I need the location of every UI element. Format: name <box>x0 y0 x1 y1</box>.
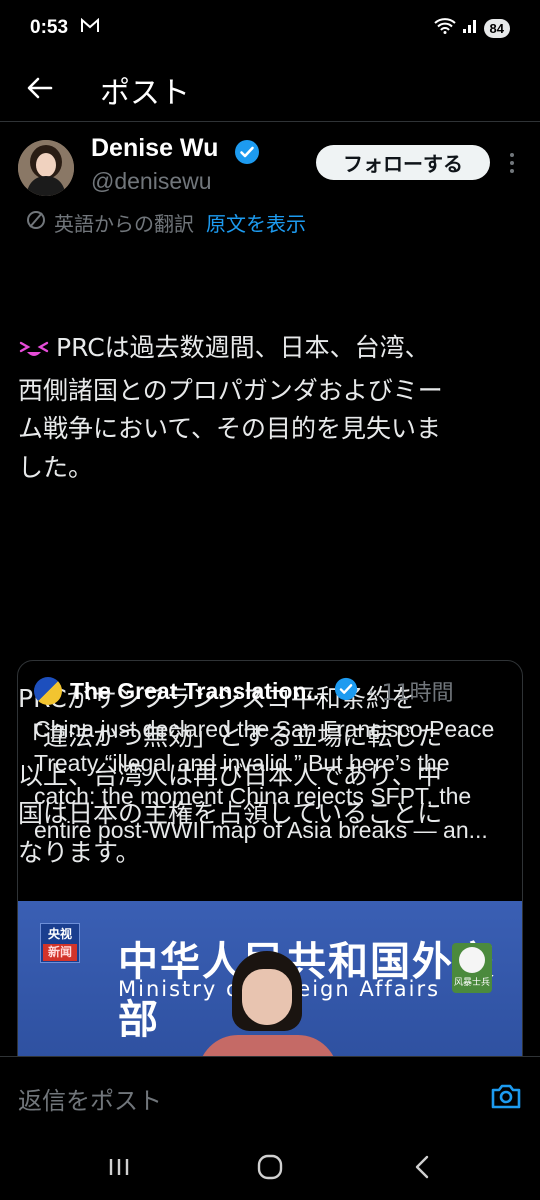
follow-button[interactable]: フォローする <box>316 145 490 180</box>
camera-icon[interactable] <box>490 1081 522 1111</box>
tweet-spacer <box>18 564 523 603</box>
watermark-stamp: 风暴士兵 <box>452 943 492 993</box>
header-divider <box>0 121 540 122</box>
translate-icon <box>24 208 48 237</box>
system-nav-bar <box>0 1134 540 1200</box>
quoted-post-card[interactable]: The Great Translation... · 11時間 China ju… <box>17 660 523 1080</box>
status-indicators: 84 <box>433 18 510 38</box>
show-original-link[interactable]: 原文を表示 <box>206 208 306 237</box>
page-title: ポスト <box>100 76 190 111</box>
home-icon[interactable] <box>250 1152 290 1182</box>
wifi-icon <box>433 18 456 38</box>
quoted-post-header: The Great Translation... · 11時間 <box>34 675 514 707</box>
quoted-post-text: China just declared the San Francisco Pe… <box>34 716 495 843</box>
back-icon[interactable] <box>402 1152 442 1182</box>
author-name[interactable]: Denise Wu <box>91 134 218 163</box>
recent-apps-icon[interactable] <box>99 1152 139 1182</box>
translation-notice: 英語からの翻訳 原文を表示 <box>24 208 306 237</box>
author-handle[interactable]: @denisewu <box>91 168 212 195</box>
tweet-paragraph-1: PRCは過去数週間、日本、台湾、 西側諸国とのプロパガンダおよびミー ム戦争にお… <box>18 329 523 487</box>
signal-icon <box>462 18 478 38</box>
cctv-news-logo: 央视 新闻 <box>40 923 80 963</box>
back-arrow-icon[interactable] <box>22 70 58 106</box>
logo-line-1: 央视 <box>47 927 72 941</box>
header: ポスト <box>0 60 540 116</box>
translation-label: 英語からの翻訳 <box>54 212 194 236</box>
mail-icon <box>80 17 100 38</box>
reply-bar: 返信をポスト <box>0 1056 540 1126</box>
verified-badge-icon <box>334 677 358 705</box>
logo-line-2: 新闻 <box>43 944 77 961</box>
status-time: 0:53 <box>30 17 69 38</box>
reply-input[interactable]: 返信をポスト <box>18 1081 162 1116</box>
author-avatar[interactable] <box>18 140 74 196</box>
quoted-post-time: · 11時間 <box>367 681 454 706</box>
laughing-face-emoji-icon <box>18 333 50 372</box>
quoted-author-avatar <box>34 677 62 705</box>
quoted-author-name: The Great Translation... <box>70 677 326 704</box>
verified-badge-icon <box>234 139 260 169</box>
battery-indicator: 84 <box>483 18 510 38</box>
quoted-post-image[interactable]: 央视 新闻 中华人民共和国外交部 Ministry of Foreign Aff… <box>18 901 522 1079</box>
watermark-text: 风暴士兵 <box>453 978 490 988</box>
tweet-paragraph-1-text: PRCは過去数週間、日本、台湾、 西側諸国とのプロパガンダおよびミー ム戦争にお… <box>18 333 443 482</box>
status-bar: 0:53 84 <box>0 0 540 60</box>
more-options-icon[interactable] <box>502 150 522 176</box>
